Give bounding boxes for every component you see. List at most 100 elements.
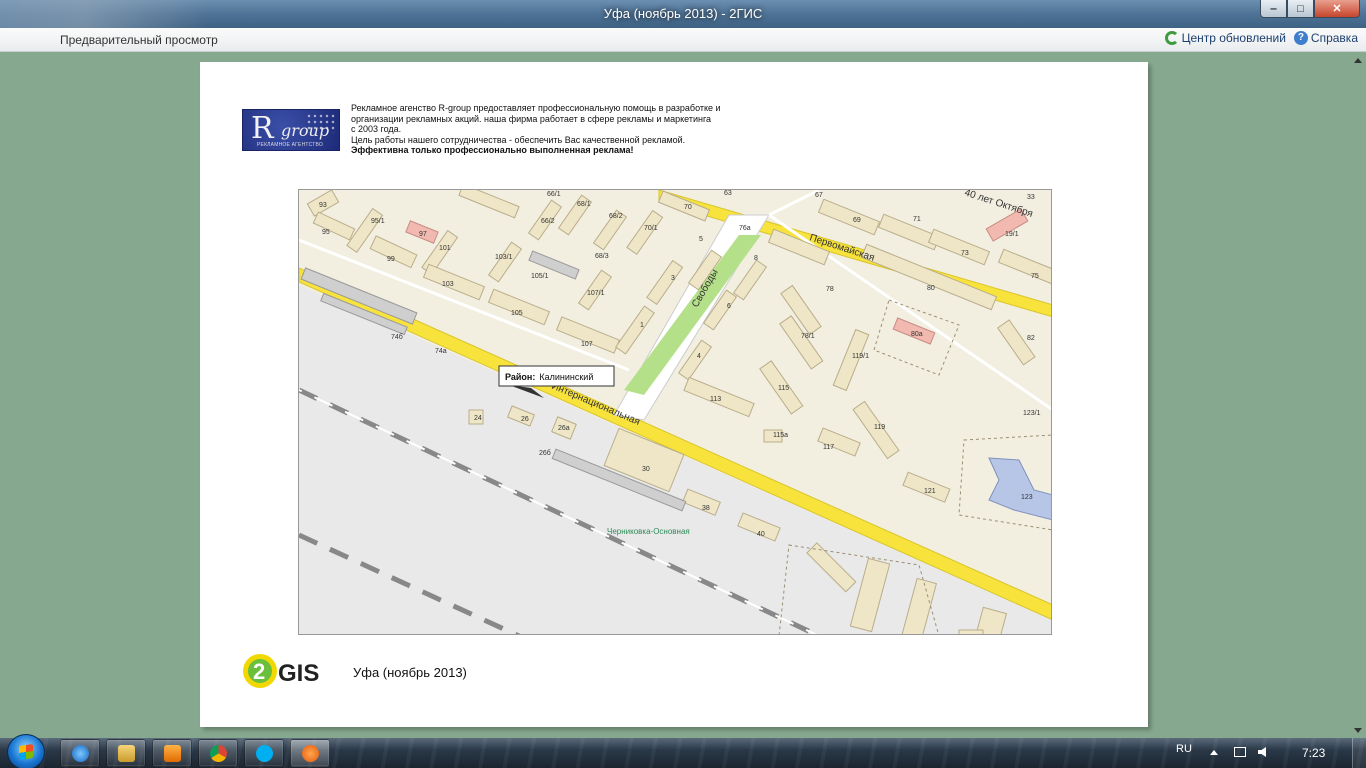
svg-text:5: 5 — [699, 236, 703, 243]
district-value: Калининский — [539, 372, 593, 382]
start-button[interactable] — [7, 734, 45, 768]
maximize-button[interactable]: □ — [1287, 0, 1314, 18]
preview-label: Предварительный просмотр — [60, 33, 218, 47]
ad-line-3: с 2003 года. — [351, 124, 402, 134]
print-page: R group РЕКЛАМНОЕ АГЕНТСТВО Рекламное аг… — [200, 62, 1148, 727]
svg-text:119: 119 — [874, 424, 885, 431]
taskbar: RU 7:23 — [0, 734, 1366, 768]
svg-text:70: 70 — [684, 204, 692, 211]
rgroup-logo: R group РЕКЛАМНОЕ АГЕНТСТВО — [242, 109, 340, 151]
map-caption: Уфа (ноябрь 2013) — [353, 665, 467, 680]
svg-text:26: 26 — [521, 416, 529, 423]
building-123 — [988, 457, 1051, 521]
svg-text:26б: 26б — [539, 449, 551, 457]
logo-caption: РЕКЛАМНОЕ АГЕНТСТВО — [257, 142, 323, 148]
2gis-logo: 2 GIS — [242, 651, 322, 691]
svg-text:103: 103 — [442, 281, 454, 288]
show-hidden-icons-icon[interactable] — [1210, 750, 1218, 755]
svg-text:113: 113 — [710, 396, 721, 403]
svg-text:119/1: 119/1 — [852, 353, 869, 360]
svg-text:1: 1 — [640, 322, 644, 329]
logo-word: group — [281, 121, 330, 140]
svg-text:8: 8 — [754, 255, 758, 262]
taskbar-skype[interactable] — [244, 739, 284, 767]
skype-icon — [256, 745, 273, 762]
window-controls: ‒ □ ✕ — [1260, 0, 1360, 18]
clock[interactable]: 7:23 — [1302, 746, 1325, 760]
taskbar-explorer[interactable] — [106, 739, 146, 767]
map-view: 93 95 95/1 97 99 101 103 103/1 105/1 105 107 107/… — [298, 189, 1052, 635]
logo-letter: R — [251, 111, 274, 146]
svg-text:24: 24 — [474, 415, 482, 422]
svg-text:103/1: 103/1 — [495, 254, 513, 261]
scroll-down-icon[interactable] — [1354, 728, 1362, 733]
svg-text:Район:Калининский: Район: Калининский — [505, 372, 593, 382]
district-label: Район: — [505, 372, 535, 382]
scroll-up-icon[interactable] — [1354, 58, 1362, 63]
network-icon[interactable] — [1234, 747, 1246, 757]
svg-text:68/1: 68/1 — [577, 201, 591, 208]
svg-text:105/1: 105/1 — [531, 273, 549, 280]
minimize-button[interactable]: ‒ — [1260, 0, 1287, 18]
svg-text:107: 107 — [581, 341, 593, 348]
svg-text:93: 93 — [319, 202, 327, 209]
svg-text:82: 82 — [1027, 335, 1035, 342]
svg-text:74б: 74б — [391, 333, 403, 341]
svg-text:68/2: 68/2 — [609, 213, 623, 220]
help-link[interactable]: ? Справка — [1293, 31, 1358, 45]
toolbar: Предварительный просмотр Центр обновлени… — [0, 28, 1366, 52]
svg-text:121: 121 — [924, 488, 936, 495]
ad-text: Рекламное агенство R-group предоставляет… — [351, 103, 791, 156]
svg-text:80: 80 — [927, 285, 935, 292]
ad-line-4: Цель работы нашего сотрудничества - обес… — [351, 134, 686, 145]
update-center-label: Центр обновлений — [1181, 31, 1286, 45]
svg-text:73: 73 — [961, 250, 969, 257]
svg-text:101: 101 — [439, 245, 451, 252]
svg-text:99: 99 — [387, 256, 395, 263]
taskbar-2gis[interactable] — [290, 739, 330, 767]
svg-text:107/1: 107/1 — [587, 290, 605, 297]
window-titlebar[interactable]: Уфа (ноябрь 2013) - 2ГИС ‒ □ ✕ — [0, 0, 1366, 28]
svg-text:75: 75 — [1031, 273, 1039, 280]
svg-text:19/1: 19/1 — [1005, 231, 1019, 238]
language-indicator[interactable]: RU — [1176, 743, 1192, 755]
svg-text:105: 105 — [511, 310, 523, 317]
help-icon: ? — [1293, 31, 1308, 45]
vertical-scrollbar[interactable] — [1350, 53, 1366, 738]
svg-text:74а: 74а — [435, 348, 447, 355]
ie-icon — [72, 745, 89, 762]
station-label: Черниковка-Основная — [607, 527, 690, 536]
svg-text:67: 67 — [815, 192, 823, 199]
svg-text:33: 33 — [1027, 194, 1035, 201]
svg-text:115а: 115а — [773, 432, 788, 439]
svg-text:70/1: 70/1 — [644, 225, 658, 232]
help-label: Справка — [1310, 31, 1358, 45]
svg-text:68/3: 68/3 — [595, 253, 609, 260]
update-center-link[interactable]: Центр обновлений — [1164, 31, 1286, 45]
window-title: Уфа (ноябрь 2013) - 2ГИС — [603, 6, 763, 21]
svg-text:4: 4 — [697, 353, 701, 360]
svg-text:69: 69 — [853, 217, 861, 224]
ad-line-1: Рекламное агенство R-group предоставляет… — [351, 103, 721, 113]
show-desktop-button[interactable] — [1352, 738, 1366, 768]
svg-text:95/1: 95/1 — [371, 218, 385, 225]
svg-text:38: 38 — [702, 505, 710, 512]
svg-text:95: 95 — [322, 229, 330, 236]
chrome-icon — [210, 745, 227, 762]
svg-text:66/2: 66/2 — [541, 218, 555, 225]
taskbar-media-player[interactable] — [152, 739, 192, 767]
refresh-icon — [1164, 31, 1179, 45]
2gis-icon — [302, 745, 319, 762]
svg-text:115: 115 — [778, 385, 789, 392]
svg-text:97: 97 — [419, 231, 427, 238]
svg-text:76а: 76а — [739, 225, 751, 232]
taskbar-chrome[interactable] — [198, 739, 238, 767]
svg-text:117: 117 — [823, 444, 834, 451]
ad-line-5: Эффективна только профессионально выполн… — [351, 145, 634, 155]
2gis-logo-text: GIS — [278, 660, 319, 687]
svg-text:78/1: 78/1 — [801, 333, 815, 340]
close-button[interactable]: ✕ — [1314, 0, 1360, 18]
svg-text:66/1: 66/1 — [547, 191, 561, 198]
taskbar-ie[interactable] — [60, 739, 100, 767]
svg-text:80а: 80а — [911, 331, 923, 338]
